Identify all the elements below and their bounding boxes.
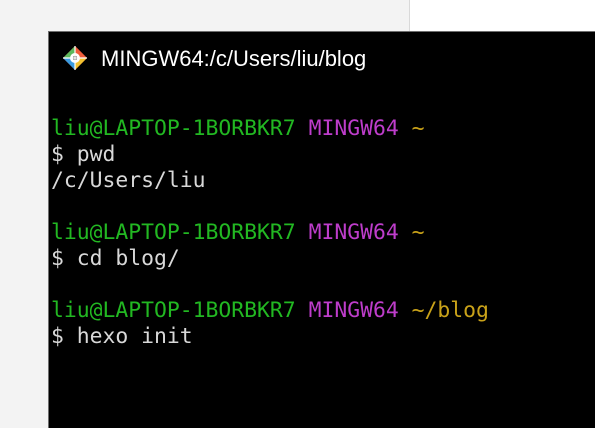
title-bar[interactable]: MINGW64:/c/Users/liu/blog xyxy=(49,32,595,90)
terminal-window[interactable]: MINGW64:/c/Users/liu/blog liu@LAPTOP-1BO… xyxy=(48,31,595,428)
prompt-user-host: liu@LAPTOP-1BORBKR7 xyxy=(51,116,296,141)
prompt-path: ~ xyxy=(411,220,425,245)
terminal-output[interactable]: liu@LAPTOP-1BORBKR7 MINGW64 ~ $ pwd /c/U… xyxy=(51,116,489,350)
prompt-user-host: liu@LAPTOP-1BORBKR7 xyxy=(51,220,296,245)
command-line: $ pwd xyxy=(51,142,116,167)
window-title: MINGW64:/c/Users/liu/blog xyxy=(101,46,367,71)
command-line[interactable]: $ hexo init xyxy=(51,324,489,350)
prompt-path: ~/blog xyxy=(411,298,489,323)
prompt-line: liu@LAPTOP-1BORBKR7 MINGW64 ~ xyxy=(51,116,489,142)
command-line: $ cd blog/ xyxy=(51,246,180,271)
prompt-path: ~ xyxy=(411,116,425,141)
command-output: /c/Users/liu xyxy=(51,168,206,193)
prompt-line: liu@LAPTOP-1BORBKR7 MINGW64 ~ xyxy=(51,220,489,246)
prompt-env: MINGW64 xyxy=(308,298,399,323)
prompt-user-host: liu@LAPTOP-1BORBKR7 xyxy=(51,298,296,323)
prompt-line: liu@LAPTOP-1BORBKR7 MINGW64 ~/blog xyxy=(51,298,489,324)
prompt-env: MINGW64 xyxy=(308,116,399,141)
git-bash-icon xyxy=(62,45,88,71)
prompt-env: MINGW64 xyxy=(308,220,399,245)
